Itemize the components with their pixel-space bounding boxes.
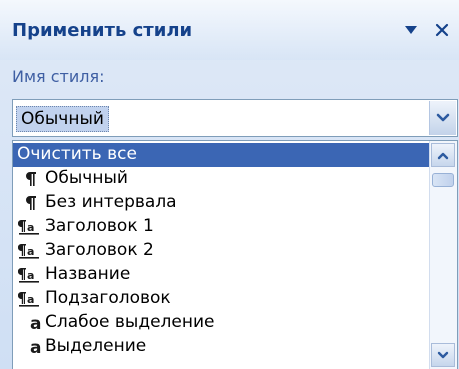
character-style-icon: a	[29, 337, 43, 357]
pane-menu-button[interactable]	[400, 18, 422, 42]
pane-close-button[interactable]	[430, 18, 454, 42]
style-item-label: Без интервала	[45, 192, 177, 212]
apply-styles-pane: Применить стили Имя стиля: Обычный Очист…	[0, 0, 459, 369]
style-item-label: Название	[45, 264, 131, 284]
linked-style-icon: a	[18, 242, 40, 260]
dropdown-triangle-icon	[405, 26, 417, 34]
style-item-label: Слабое выделение	[45, 312, 215, 332]
chevron-up-icon	[437, 152, 449, 159]
style-item-heading-1[interactable]: a Заголовок 1	[13, 215, 431, 239]
style-item-clear-all[interactable]: Очистить все	[13, 143, 431, 167]
style-item-subtitle[interactable]: a Подзаголовок	[13, 287, 431, 311]
character-style-icon: a	[29, 313, 43, 333]
svg-text:a: a	[27, 293, 34, 306]
scroll-down-button[interactable]	[431, 343, 455, 367]
style-name-dropdown-button[interactable]	[429, 101, 456, 135]
chevron-down-icon	[437, 351, 449, 358]
style-item-normal[interactable]: Обычный	[13, 167, 431, 191]
styles-list[interactable]: Очистить все Обычный Без интервала a Заг…	[12, 140, 458, 369]
style-name-value[interactable]: Обычный	[16, 106, 109, 132]
style-item-label: Выделение	[45, 336, 147, 356]
svg-text:a: a	[30, 314, 41, 333]
chevron-down-icon	[436, 113, 450, 122]
style-item-emphasis[interactable]: a Выделение	[13, 335, 431, 359]
styles-list-scrollbar[interactable]	[429, 141, 457, 369]
style-item-label: Заголовок 2	[45, 240, 154, 260]
style-item-label: Обычный	[45, 168, 128, 188]
svg-text:a: a	[27, 269, 34, 282]
svg-text:a: a	[30, 338, 41, 357]
style-name-combobox[interactable]: Обычный	[12, 99, 458, 137]
paragraph-mark-icon	[24, 194, 38, 212]
style-item-heading-2[interactable]: a Заголовок 2	[13, 239, 431, 263]
pane-title: Применить стили	[12, 20, 193, 41]
style-item-label: Очистить все	[17, 144, 137, 164]
style-item-no-spacing[interactable]: Без интервала	[13, 191, 431, 215]
pane-title-bar: Применить стили	[0, 0, 459, 60]
svg-text:a: a	[27, 221, 34, 234]
style-name-label: Имя стиля:	[12, 67, 105, 86]
close-icon	[435, 23, 449, 37]
linked-style-icon: a	[18, 290, 40, 308]
paragraph-mark-icon	[24, 170, 38, 188]
linked-style-icon: a	[18, 218, 40, 236]
linked-style-icon: a	[18, 266, 40, 284]
svg-text:a: a	[27, 245, 34, 258]
scroll-up-button[interactable]	[431, 143, 455, 167]
style-item-subtle-emphasis[interactable]: a Слабое выделение	[13, 311, 431, 335]
style-item-title[interactable]: a Название	[13, 263, 431, 287]
style-item-label: Подзаголовок	[45, 288, 171, 308]
style-item-label: Заголовок 1	[45, 216, 154, 236]
scroll-thumb[interactable]	[432, 173, 454, 187]
